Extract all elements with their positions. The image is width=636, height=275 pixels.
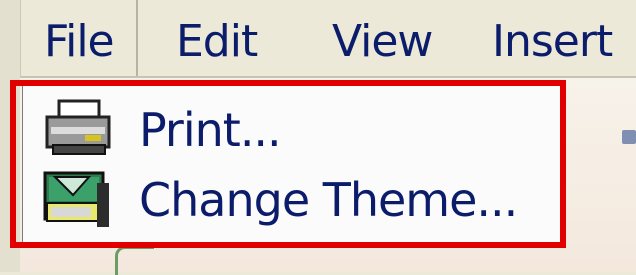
background-curve [115, 246, 154, 275]
menu-edit[interactable]: Edit [176, 14, 258, 70]
highlight-box [10, 80, 566, 248]
menu-insert[interactable]: Insert [492, 14, 613, 70]
menu-bar: File Edit View Insert [0, 0, 636, 78]
menu-view[interactable]: View [332, 14, 433, 70]
background-square-icon [622, 130, 636, 144]
menu-file[interactable]: File [44, 14, 115, 70]
menu-separator [136, 0, 138, 76]
